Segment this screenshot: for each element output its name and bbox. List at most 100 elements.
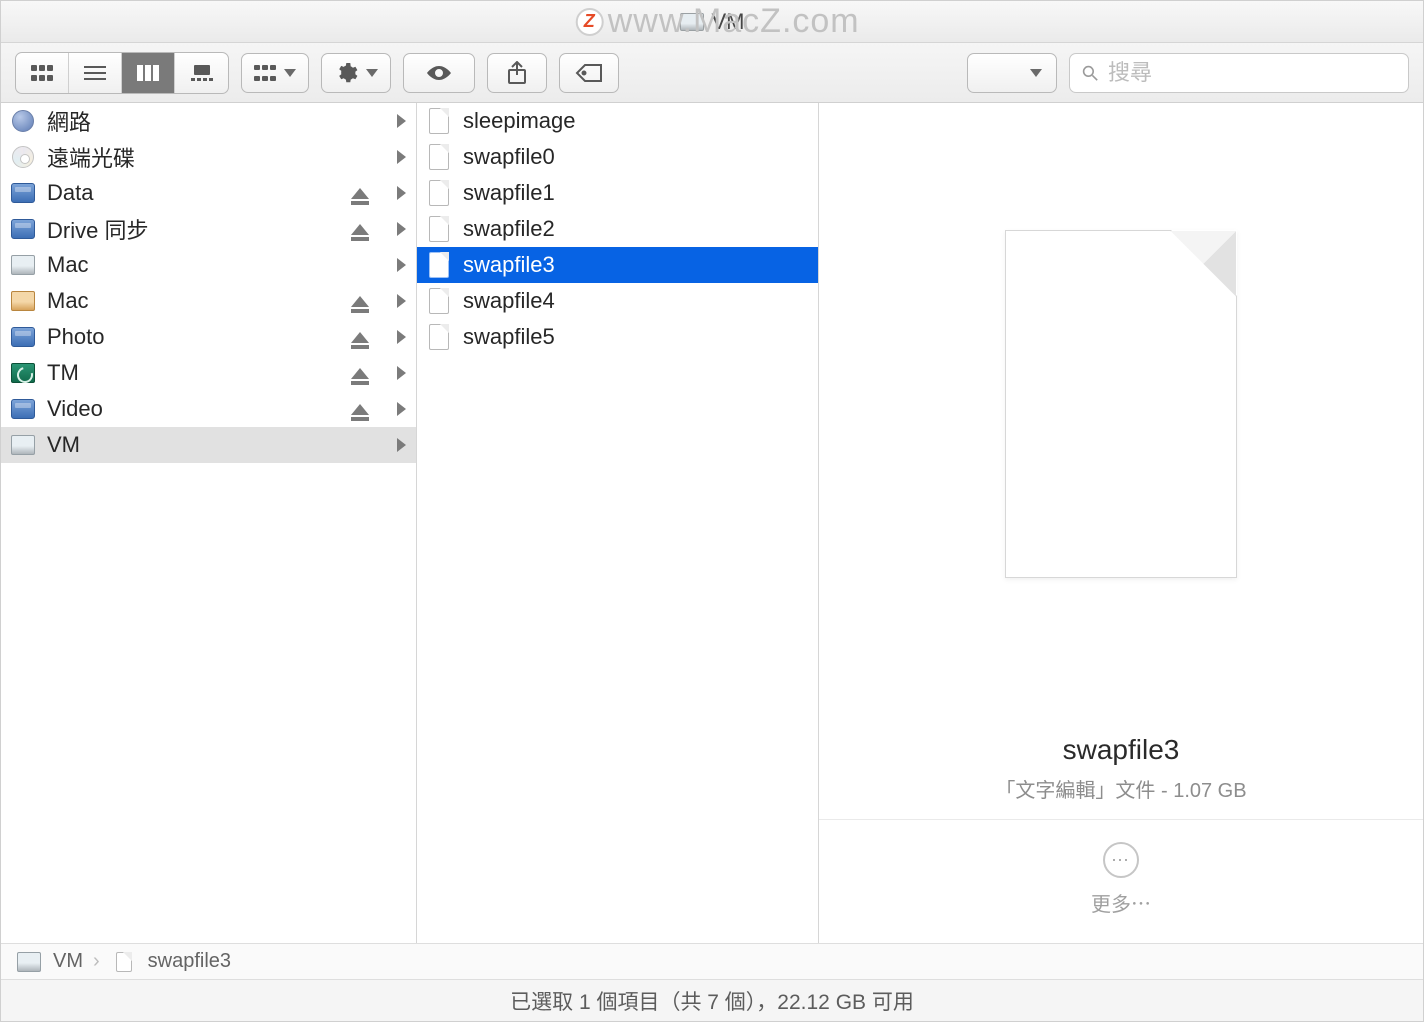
sidebar-item-label: Drive 同步 <box>47 213 341 245</box>
eject-icon[interactable] <box>351 296 369 307</box>
chevron-down-icon <box>284 69 296 77</box>
file-row[interactable]: swapfile2 <box>417 211 818 247</box>
sidebar-item-label: VM <box>47 432 387 458</box>
eject-icon[interactable] <box>351 404 369 415</box>
list-view-button[interactable] <box>69 53 122 93</box>
sidebar-item-label: 網路 <box>47 105 387 137</box>
file-row[interactable]: swapfile5 <box>417 319 818 355</box>
path-bar[interactable]: VM › swapfile3 <box>1 943 1423 979</box>
search-field[interactable] <box>1069 53 1409 93</box>
chevron-down-icon <box>1030 69 1042 77</box>
titlebar[interactable]: VM Z www.MacZ.com <box>1 1 1423 43</box>
file-row[interactable]: swapfile4 <box>417 283 818 319</box>
preview-meta: swapfile3 「文字編輯」文件 - 1.07 GB <box>819 704 1423 819</box>
disclosure-arrow-icon <box>397 258 406 272</box>
sidebar-item[interactable]: Mac <box>1 247 416 283</box>
sidebar-column[interactable]: 網路遠端光碟DataDrive 同步 Mac Mac Photo TM Video VM <box>1 103 417 943</box>
window-title-text: VM <box>712 9 745 35</box>
file-row[interactable]: swapfile0 <box>417 139 818 175</box>
more-section[interactable]: ⋯ 更多⋯ <box>819 819 1423 943</box>
content-area: 網路遠端光碟DataDrive 同步 Mac Mac Photo TM Video VM s… <box>1 103 1423 943</box>
window-title: VM <box>680 9 745 35</box>
path-segment[interactable]: swapfile3 <box>148 950 231 973</box>
preview-filename: swapfile3 <box>819 734 1423 766</box>
more-icon[interactable]: ⋯ <box>1103 842 1139 878</box>
eject-icon[interactable] <box>351 188 369 199</box>
preview-subtitle: 「文字編輯」文件 - 1.07 GB <box>819 774 1423 803</box>
sidebar-item-label: Video <box>47 396 341 422</box>
eject-icon[interactable] <box>351 332 369 343</box>
files-column[interactable]: sleepimage swapfile0 swapfile1 swapfile2 swa… <box>417 103 819 943</box>
file-icon <box>425 253 453 277</box>
external-drive-icon <box>9 325 37 349</box>
file-icon <box>425 181 453 205</box>
file-row[interactable]: sleepimage <box>417 103 818 139</box>
path-separator: › <box>93 950 100 973</box>
eject-icon[interactable] <box>351 224 369 235</box>
status-text: 已選取 1 個項目（共 7 個），22.12 GB 可用 <box>510 986 914 1016</box>
eject-icon[interactable] <box>351 368 369 379</box>
document-icon <box>1005 230 1237 578</box>
file-icon <box>425 289 453 313</box>
sidebar-item[interactable]: Drive 同步 <box>1 211 416 247</box>
disclosure-arrow-icon <box>397 402 406 416</box>
preview-column: swapfile3 「文字編輯」文件 - 1.07 GB ⋯ 更多⋯ <box>819 103 1423 943</box>
sidebar-item[interactable]: 遠端光碟 <box>1 139 416 175</box>
file-name: swapfile5 <box>463 324 808 350</box>
quick-look-button[interactable] <box>403 53 475 93</box>
time-machine-icon <box>9 361 37 385</box>
external-drive-icon <box>9 217 37 241</box>
view-mode-segment <box>15 52 229 94</box>
file-icon <box>110 950 138 974</box>
disclosure-arrow-icon <box>397 330 406 344</box>
file-name: swapfile4 <box>463 288 808 314</box>
internal-drive-icon <box>9 253 37 277</box>
file-name: swapfile1 <box>463 180 808 206</box>
file-row[interactable]: swapfile1 <box>417 175 818 211</box>
finder-window: VM Z www.MacZ.com <box>0 0 1424 1022</box>
icon-view-button[interactable] <box>16 53 69 93</box>
file-name: swapfile3 <box>463 252 808 278</box>
sidebar-item[interactable]: Video <box>1 391 416 427</box>
globe-icon <box>9 109 37 133</box>
chevron-down-icon <box>366 69 378 77</box>
toolbar <box>1 43 1423 103</box>
search-input[interactable] <box>1108 54 1396 92</box>
disclosure-arrow-icon <box>397 222 406 236</box>
file-icon <box>425 109 453 133</box>
sidebar-item-label: Mac <box>47 252 387 278</box>
sidebar-item[interactable]: Data <box>1 175 416 211</box>
internal-drive-icon <box>15 950 43 974</box>
group-by-button[interactable] <box>241 53 309 93</box>
share-button[interactable] <box>487 53 547 93</box>
sidebar-item-label: Mac <box>47 288 341 314</box>
disclosure-arrow-icon <box>397 438 406 452</box>
external-drive-icon <box>9 397 37 421</box>
file-icon <box>425 217 453 241</box>
file-name: sleepimage <box>463 108 808 134</box>
action-menu-button[interactable] <box>321 53 391 93</box>
file-icon <box>425 325 453 349</box>
dropdown-button[interactable] <box>967 53 1057 93</box>
disclosure-arrow-icon <box>397 150 406 164</box>
sidebar-item[interactable]: 網路 <box>1 103 416 139</box>
sidebar-item[interactable]: Mac <box>1 283 416 319</box>
tags-button[interactable] <box>559 53 619 93</box>
file-row[interactable]: swapfile3 <box>417 247 818 283</box>
file-name: swapfile2 <box>463 216 808 242</box>
sidebar-item-label: Photo <box>47 324 341 350</box>
more-label: 更多⋯ <box>1091 888 1151 917</box>
sidebar-item-label: 遠端光碟 <box>47 141 387 173</box>
disc-icon <box>9 145 37 169</box>
column-view-button[interactable] <box>122 53 175 93</box>
disclosure-arrow-icon <box>397 114 406 128</box>
preview-area <box>819 103 1423 704</box>
search-icon <box>1082 63 1098 83</box>
sidebar-item-label: TM <box>47 360 341 386</box>
sidebar-item[interactable]: VM <box>1 427 416 463</box>
path-segment[interactable]: VM <box>53 950 83 973</box>
sidebar-item[interactable]: Photo <box>1 319 416 355</box>
external-drive-icon <box>9 181 37 205</box>
sidebar-item[interactable]: TM <box>1 355 416 391</box>
gallery-view-button[interactable] <box>175 53 228 93</box>
